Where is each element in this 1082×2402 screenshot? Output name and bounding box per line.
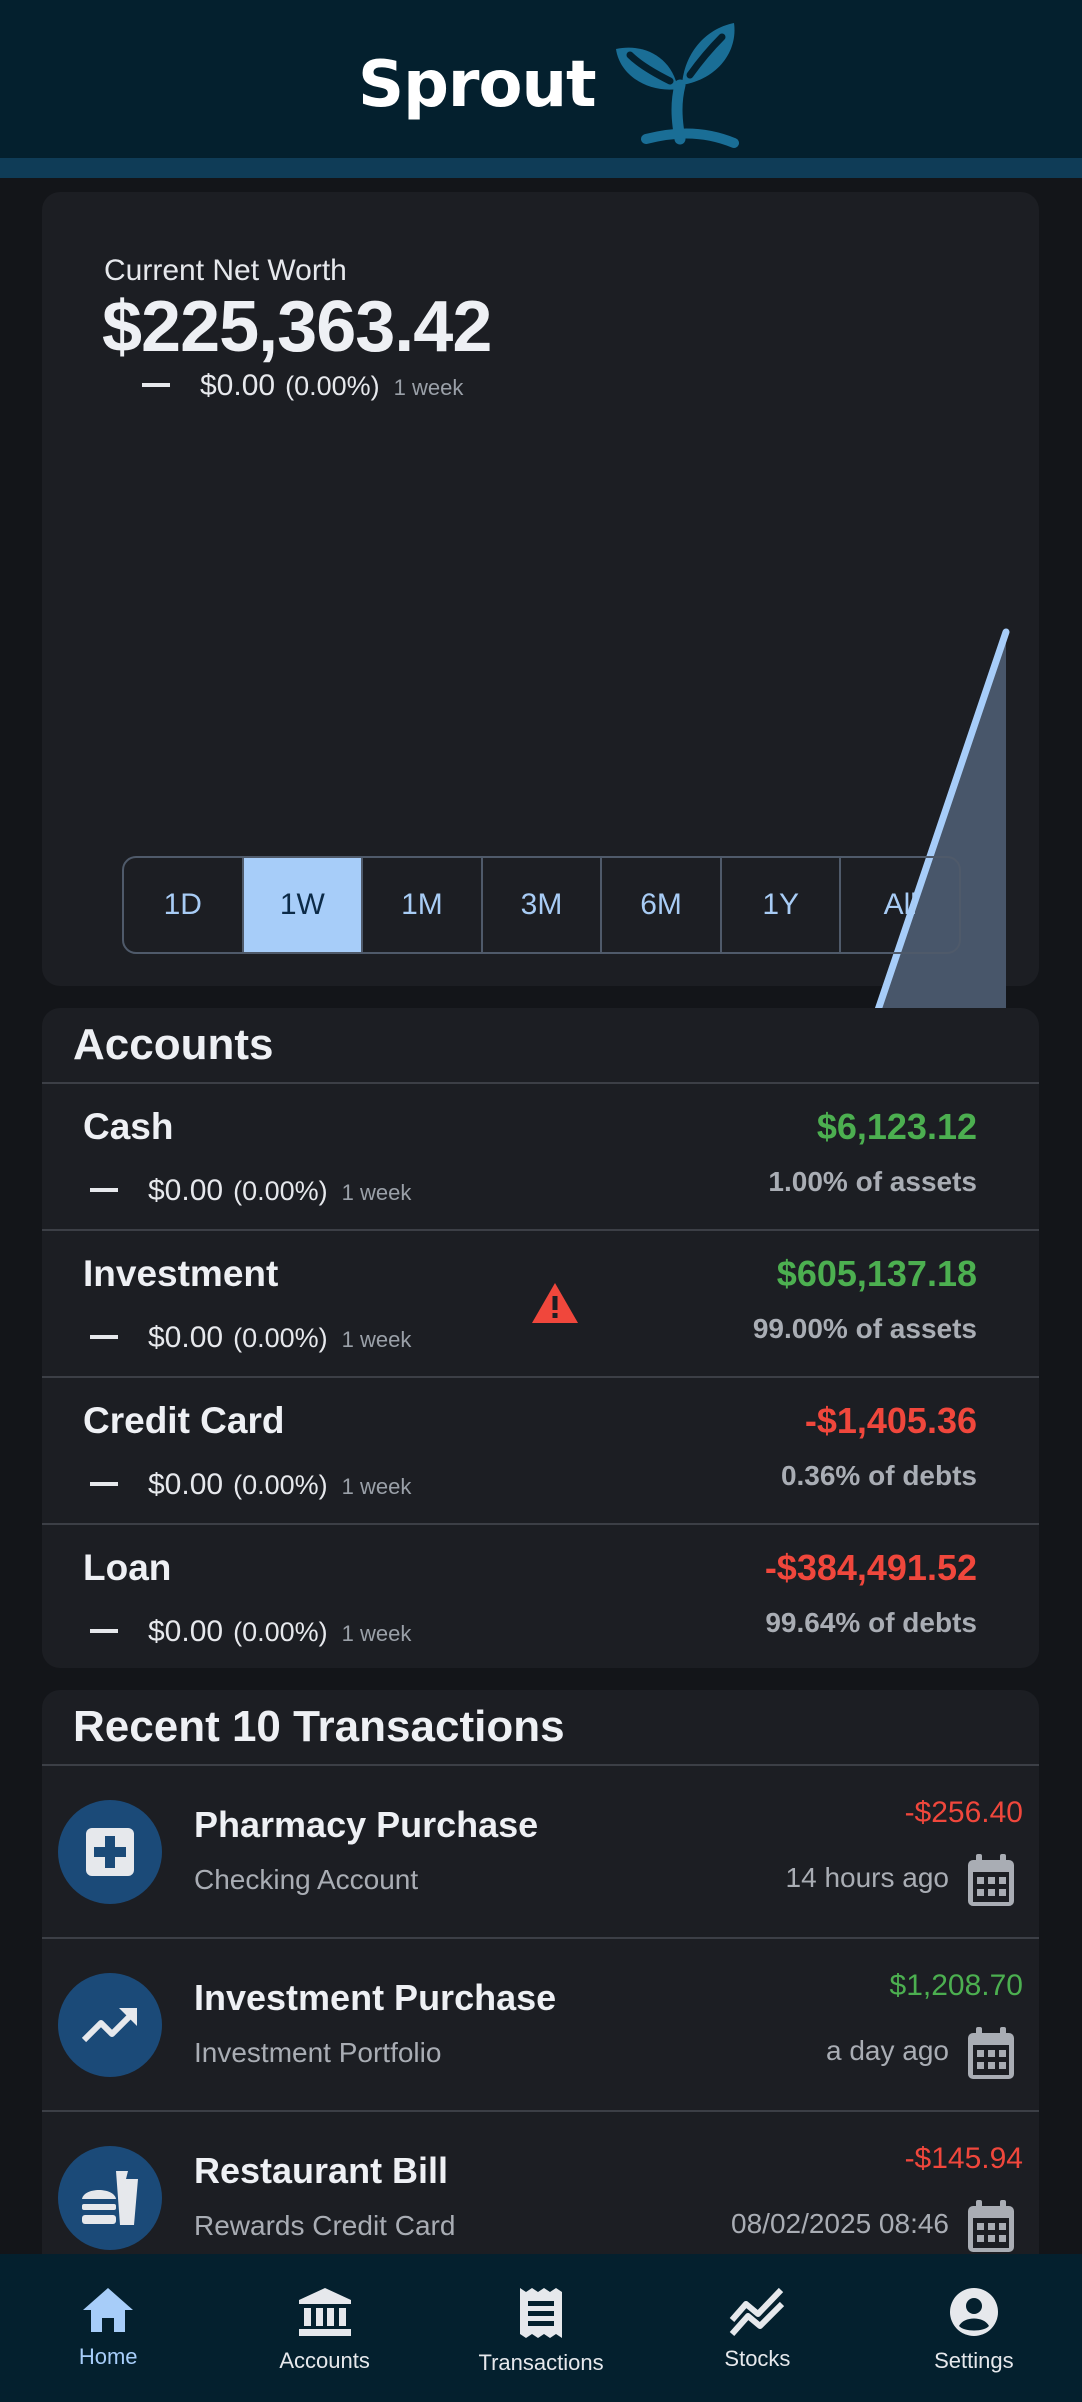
- app-logo: Sprout: [358, 20, 742, 150]
- nav-accounts[interactable]: Accounts: [216, 2254, 432, 2402]
- account-amount: $605,137.18: [776, 1253, 977, 1294]
- transaction-date: 08/02/2025 08:46: [731, 2208, 949, 2239]
- no-change-icon: [90, 1335, 118, 1339]
- nav-label: Transactions: [478, 2350, 604, 2375]
- chart-series-line: [68, 628, 1010, 1030]
- nav-stocks[interactable]: Stocks: [649, 2254, 865, 2402]
- account-amount: -$1,405.36: [804, 1400, 977, 1441]
- sprout-icon: [615, 23, 739, 148]
- nav-label: Settings: [934, 2348, 1014, 2373]
- transaction-account: Rewards Credit Card: [194, 2210, 456, 2241]
- range-all-button[interactable]: All: [841, 858, 959, 952]
- account-change: $0.00 (0.00%) 1 week: [90, 1468, 411, 1502]
- account-row-loan[interactable]: Loan $0.00 (0.00%) 1 week -$384,491.52 9…: [42, 1523, 1039, 1670]
- transaction-amount: -$145.94: [904, 2142, 1023, 2175]
- no-change-icon: [90, 1629, 118, 1633]
- transaction-amount: $1,208.70: [889, 1969, 1023, 2002]
- no-change-icon: [142, 383, 170, 387]
- change-percent: (0.00%): [233, 1323, 328, 1353]
- change-period: 1 week: [341, 1621, 412, 1646]
- nav-settings[interactable]: Settings: [866, 2254, 1082, 2402]
- range-1y-button[interactable]: 1Y: [722, 858, 842, 952]
- account-share: 1.00% of assets: [768, 1166, 977, 1197]
- change-amount: $0.00: [148, 1468, 224, 1501]
- transaction-account: Investment Portfolio: [194, 2037, 442, 2068]
- range-1w-button[interactable]: 1W: [243, 858, 364, 952]
- transaction-account: Checking Account: [194, 1864, 419, 1895]
- net-worth-label: Current Net Worth: [104, 254, 347, 287]
- transactions-title: Recent 10 Transactions: [73, 1702, 565, 1751]
- nav-transactions[interactable]: Transactions: [433, 2254, 649, 2402]
- accounts-card: Accounts Cash $0.00 (0.00%) 1 week $6,12…: [42, 1008, 1039, 1668]
- range-6m-button[interactable]: 6M: [602, 858, 722, 952]
- stocks-chart-icon: [730, 2287, 785, 2336]
- transaction-amount: -$256.40: [904, 1796, 1023, 1829]
- account-name: Loan: [83, 1547, 172, 1588]
- change-percent: (0.00%): [233, 1470, 328, 1500]
- warning-triangle-icon[interactable]: [530, 1281, 580, 1325]
- home-icon: [83, 2288, 134, 2332]
- transaction-title: Restaurant Bill: [194, 2150, 449, 2191]
- calendar-icon[interactable]: [965, 1852, 1017, 1908]
- nav-label: Home: [78, 2344, 138, 2369]
- change-period: 1 week: [341, 1180, 412, 1205]
- calendar-icon[interactable]: [965, 2198, 1017, 2254]
- transaction-title: Investment Purchase: [194, 1977, 557, 2018]
- net-worth-value: $225,363.42: [102, 287, 492, 367]
- range-1d-button[interactable]: 1D: [124, 858, 244, 952]
- account-share: 99.00% of assets: [752, 1313, 977, 1344]
- no-change-icon: [90, 1482, 118, 1486]
- range-1m-button[interactable]: 1M: [363, 858, 483, 952]
- no-change-icon: [90, 1188, 118, 1192]
- change-percent: (0.00%): [285, 371, 380, 401]
- net-worth-card: Current Net Worth $225,363.42 $0.00 (0.0…: [42, 192, 1039, 1030]
- change-amount: $0.00: [148, 1321, 224, 1354]
- account-row-investment[interactable]: Investment $0.00 (0.00%) 1 week $605,137…: [42, 1229, 1039, 1376]
- transaction-date: 14 hours ago: [785, 1862, 949, 1893]
- change-amount: $0.00: [148, 1615, 224, 1648]
- account-share: 99.64% of debts: [765, 1607, 977, 1638]
- account-amount: -$384,491.52: [764, 1547, 977, 1588]
- net-worth-change: $0.00 (0.00%) 1 week: [142, 369, 463, 403]
- bank-icon: [298, 2288, 351, 2336]
- change-amount: $0.00: [200, 369, 276, 402]
- fastfood-icon: [58, 2146, 162, 2250]
- nav-label: Stocks: [724, 2346, 791, 2371]
- account-share: 0.36% of debts: [780, 1460, 977, 1491]
- transaction-title: Pharmacy Purchase: [194, 1804, 539, 1845]
- change-percent: (0.00%): [233, 1617, 328, 1647]
- trending-up-icon: [58, 1973, 162, 2077]
- change-percent: (0.00%): [233, 1176, 328, 1206]
- change-period: 1 week: [393, 375, 464, 400]
- transaction-date: a day ago: [826, 2035, 949, 2066]
- nav-label: Accounts: [279, 2348, 370, 2373]
- account-amount: $6,123.12: [816, 1106, 977, 1147]
- account-name: Credit Card: [83, 1400, 285, 1441]
- app-header: Sprout: [0, 0, 1082, 158]
- bottom-navigation: Home Accounts Transactions Stocks Settin…: [0, 2254, 1082, 2402]
- transaction-row[interactable]: Pharmacy Purchase Checking Account -$256…: [42, 1764, 1039, 1937]
- change-period: 1 week: [341, 1327, 412, 1352]
- account-name: Investment: [83, 1253, 279, 1294]
- header-divider: [0, 158, 1082, 178]
- time-range-selector: 1D 1W 1M 3M 6M 1Y All: [122, 856, 961, 954]
- nav-home[interactable]: Home: [0, 2254, 216, 2402]
- accounts-title: Accounts: [73, 1020, 274, 1069]
- receipt-icon: [520, 2288, 563, 2338]
- account-change: $0.00 (0.00%) 1 week: [90, 1174, 411, 1208]
- app-name: Sprout: [358, 48, 597, 122]
- calendar-icon[interactable]: [965, 2025, 1017, 2081]
- account-change: $0.00 (0.00%) 1 week: [90, 1321, 411, 1355]
- transaction-row[interactable]: Investment Purchase Investment Portfolio…: [42, 1937, 1039, 2110]
- change-period: 1 week: [341, 1474, 412, 1499]
- account-row-cash[interactable]: Cash $0.00 (0.00%) 1 week $6,123.12 1.00…: [42, 1082, 1039, 1229]
- account-circle-icon: [949, 2288, 998, 2336]
- account-name: Cash: [83, 1106, 174, 1147]
- change-amount: $0.00: [148, 1174, 224, 1207]
- account-change: $0.00 (0.00%) 1 week: [90, 1615, 411, 1649]
- account-row-credit-card[interactable]: Credit Card $0.00 (0.00%) 1 week -$1,405…: [42, 1376, 1039, 1523]
- medical-plus-icon: [58, 1800, 162, 1904]
- range-3m-button[interactable]: 3M: [483, 858, 603, 952]
